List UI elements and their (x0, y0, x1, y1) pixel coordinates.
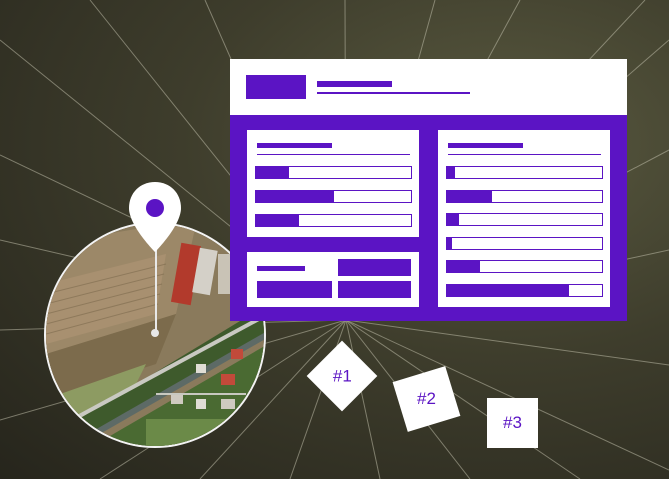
step-tag-label: #1 (332, 365, 352, 385)
input-fill (256, 167, 289, 178)
step-tag-label: #2 (417, 389, 436, 409)
header-subtitle-rule (317, 92, 470, 94)
card-title-placeholder (257, 143, 332, 148)
header-logo-block (246, 75, 306, 99)
form-card-right (438, 130, 610, 307)
form-card-left-bottom (247, 252, 419, 307)
location-pin-icon (129, 182, 181, 252)
input-field[interactable] (255, 214, 412, 227)
input-field[interactable] (446, 284, 603, 297)
step-tag-label: #3 (503, 413, 522, 432)
input-fill (447, 214, 460, 225)
input-fill (256, 191, 334, 202)
input-fill (447, 285, 570, 296)
form-panel (230, 59, 627, 321)
input-fill (447, 167, 455, 178)
input-field[interactable] (446, 213, 603, 226)
card-title-rule (257, 154, 410, 155)
form-button[interactable] (338, 281, 411, 298)
input-fill (447, 261, 480, 272)
card-label-placeholder (257, 266, 305, 271)
input-fill (447, 238, 452, 249)
input-field[interactable] (255, 166, 412, 179)
input-field[interactable] (255, 190, 412, 203)
panel-header (230, 59, 627, 115)
form-button[interactable] (257, 281, 332, 298)
pin-anchor-dot (151, 329, 159, 337)
input-field[interactable] (446, 166, 603, 179)
step-tag-3: #3 (487, 398, 538, 448)
card-title-placeholder (448, 143, 523, 148)
card-title-rule (448, 154, 601, 155)
input-fill (447, 191, 492, 202)
form-button[interactable] (338, 259, 411, 276)
input-field[interactable] (446, 237, 603, 250)
input-field[interactable] (446, 190, 603, 203)
form-card-left-top (247, 130, 419, 237)
input-field[interactable] (446, 260, 603, 273)
header-title-placeholder (317, 81, 392, 87)
input-fill (256, 215, 300, 226)
